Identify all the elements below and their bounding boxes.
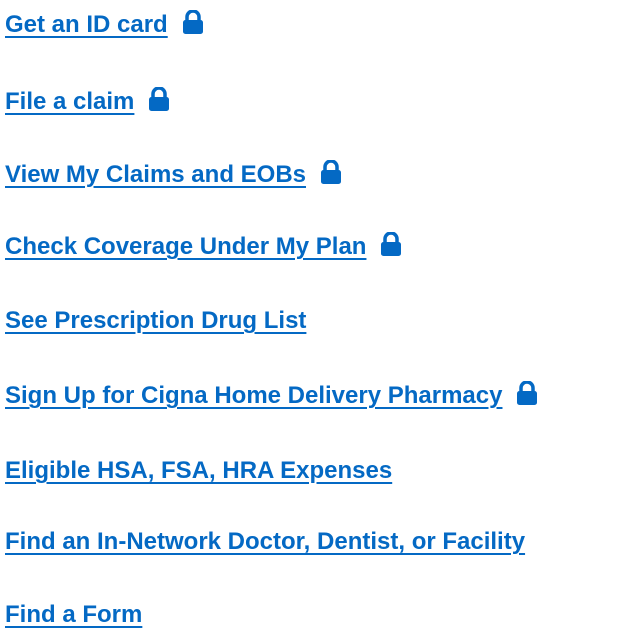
view-claims-link[interactable]: View My Claims and EOBs: [5, 161, 306, 189]
link-row-find-doctor: Find an In-Network Doctor, Dentist, or F…: [5, 524, 525, 560]
lock-icon: [148, 87, 170, 111]
quick-links-list: Get an ID card File a claim View My Clai…: [0, 0, 622, 634]
lock-icon: [380, 232, 402, 256]
link-row-home-delivery: Sign Up for Cigna Home Delivery Pharmacy: [5, 378, 538, 414]
home-delivery-pharmacy-link[interactable]: Sign Up for Cigna Home Delivery Pharmacy: [5, 382, 502, 410]
link-row-check-coverage: Check Coverage Under My Plan: [5, 229, 402, 265]
link-row-find-form: Find a Form: [5, 597, 142, 633]
lock-icon: [516, 381, 538, 405]
lock-icon: [320, 160, 342, 184]
link-row-file-claim: File a claim: [5, 84, 170, 120]
find-form-link[interactable]: Find a Form: [5, 601, 142, 629]
link-row-view-claims: View My Claims and EOBs: [5, 157, 342, 193]
find-doctor-link[interactable]: Find an In-Network Doctor, Dentist, or F…: [5, 528, 525, 556]
lock-icon: [182, 10, 204, 34]
get-id-card-link[interactable]: Get an ID card: [5, 11, 168, 39]
file-claim-link[interactable]: File a claim: [5, 88, 134, 116]
prescription-drug-list-link[interactable]: See Prescription Drug List: [5, 307, 306, 335]
link-row-prescription-list: See Prescription Drug List: [5, 303, 306, 339]
link-row-eligible-expenses: Eligible HSA, FSA, HRA Expenses: [5, 453, 392, 489]
check-coverage-link[interactable]: Check Coverage Under My Plan: [5, 233, 366, 261]
eligible-expenses-link[interactable]: Eligible HSA, FSA, HRA Expenses: [5, 457, 392, 485]
link-row-get-id-card: Get an ID card: [5, 7, 204, 43]
